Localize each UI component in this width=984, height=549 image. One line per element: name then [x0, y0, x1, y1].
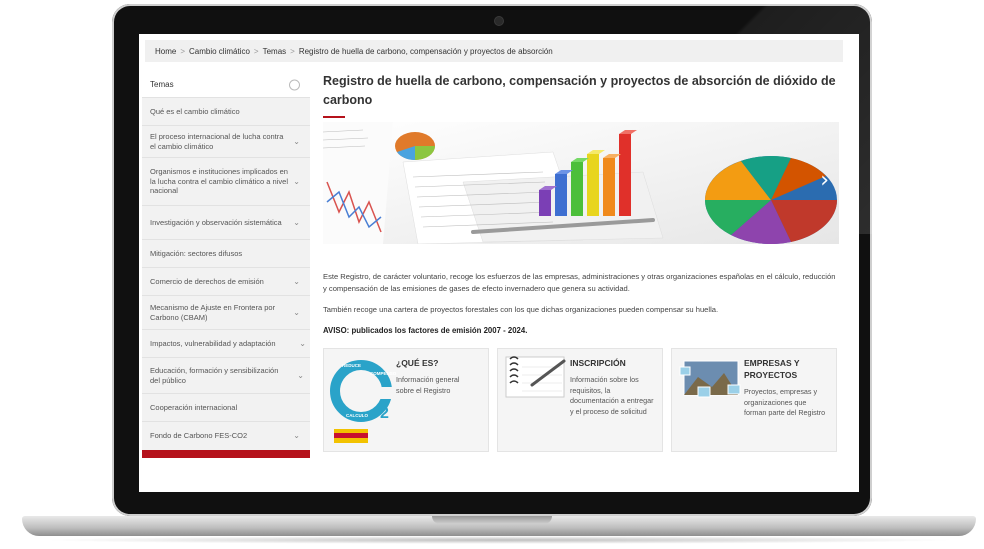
- card-text: Proyectos, empresas y organizaciones que…: [744, 387, 826, 417]
- laptop-shadow: [40, 536, 958, 544]
- sidebar-item[interactable]: Investigación y observación sistemática …: [142, 206, 310, 240]
- breadcrumb-separator: >: [290, 46, 295, 56]
- sidebar-item[interactable]: Impactos, vulnerabilidad y adaptación ⌄: [142, 330, 310, 358]
- card-inscripcion[interactable]: INSCRIPCIÓN Información sobre los requis…: [497, 348, 663, 452]
- carousel-banner[interactable]: ›: [323, 122, 839, 244]
- card-empresas-proyectos[interactable]: EMPRESAS Y PROYECTOS Proyectos, empresas…: [671, 348, 837, 452]
- notebook-pen-icon: [505, 356, 566, 398]
- chevron-down-icon[interactable]: ⌄: [293, 137, 300, 147]
- intro-paragraph: Este Registro, de carácter voluntario, r…: [323, 272, 836, 293]
- collapse-icon[interactable]: [289, 79, 300, 90]
- chevron-down-icon[interactable]: ⌄: [293, 177, 300, 187]
- breadcrumb-cambio-climatico[interactable]: Cambio climático: [189, 47, 250, 56]
- card-que-es[interactable]: REDUCE COMPENSO CALCULO 2 ¿QUÉ ES? Infor…: [323, 348, 489, 452]
- page-title: Registro de huella de carbono, compensac…: [323, 74, 836, 107]
- sidebar-item[interactable]: Mitigación: sectores difusos: [142, 240, 310, 268]
- sidebar-item-label: Qué es el cambio climático: [150, 106, 240, 116]
- chevron-down-icon[interactable]: ⌄: [293, 277, 300, 287]
- sidebar: Temas Qué es el cambio climático El proc…: [142, 72, 310, 458]
- card-title: INSCRIPCIÓN: [570, 358, 626, 368]
- breadcrumb-current: Registro de huella de carbono, compensac…: [298, 46, 553, 56]
- sidebar-item[interactable]: Fondo de Carbono FES-CO2 ⌄: [142, 422, 310, 450]
- sidebar-active-bar: [142, 450, 310, 458]
- sidebar-header-temas[interactable]: Temas: [142, 72, 310, 98]
- sidebar-item-label: Cooperación internacional: [150, 402, 238, 412]
- card-text: Información sobre los requisitos, la doc…: [570, 375, 654, 416]
- sidebar-item[interactable]: El proceso internacional de lucha contra…: [142, 126, 310, 158]
- card-text: Información general sobre el Registro: [396, 375, 460, 395]
- card-title: EMPRESAS Y PROYECTOS: [744, 358, 800, 380]
- chevron-down-icon[interactable]: ⌄: [297, 371, 304, 381]
- camera: [494, 16, 504, 26]
- sidebar-item[interactable]: Educación, formación y sensibilización d…: [142, 358, 310, 394]
- sidebar-item-label: Investigación y observación sistemática: [150, 217, 282, 227]
- breadcrumb-temas[interactable]: Temas: [263, 47, 287, 56]
- chevron-down-icon[interactable]: ⌄: [293, 431, 300, 441]
- sidebar-item-label: Fondo de Carbono FES-CO2: [150, 431, 248, 441]
- sidebar-item-label: Comercio de derechos de emisión: [150, 276, 264, 286]
- cards-row: REDUCE COMPENSO CALCULO 2 ¿QUÉ ES? Infor…: [323, 348, 839, 454]
- sidebar-item-label: Educación, formación y sensibilización d…: [150, 366, 279, 385]
- breadcrumb-home[interactable]: Home: [155, 47, 176, 56]
- landscape-photos-icon: [679, 360, 741, 398]
- notice-text[interactable]: AVISO: publicados los factores de emisió…: [323, 326, 527, 335]
- chevron-right-icon[interactable]: ›: [820, 170, 829, 192]
- logo-text-reduzco: REDUCE: [342, 363, 362, 368]
- breadcrumb: Home > Cambio climático > Temas > Regist…: [145, 40, 843, 62]
- sidebar-item-label: Mecanismo de Ajuste en Frontera por Carb…: [150, 303, 276, 322]
- logo-text-compenso: COMPENSO: [370, 371, 397, 376]
- breadcrumb-separator: >: [253, 46, 259, 56]
- sidebar-item[interactable]: Organismos e instituciones implicados en…: [142, 158, 310, 206]
- sidebar-item[interactable]: Mecanismo de Ajuste en Frontera por Carb…: [142, 296, 310, 330]
- chevron-down-icon[interactable]: ⌄: [293, 218, 300, 228]
- logo-subscript: 2: [380, 405, 389, 422]
- banner-image: [323, 122, 839, 244]
- sidebar-item-label: El proceso internacional de lucha contra…: [150, 132, 284, 151]
- chevron-down-icon[interactable]: ⌄: [293, 308, 300, 318]
- main-content: Registro de huella de carbono, compensac…: [323, 72, 839, 452]
- sidebar-item[interactable]: Comercio de derechos de emisión ⌄: [142, 268, 310, 296]
- intro-paragraph-2: También recoge una cartera de proyectos …: [323, 305, 719, 314]
- chevron-down-icon[interactable]: ⌄: [299, 339, 306, 349]
- logo-text-calculo: CALCULO: [346, 413, 368, 418]
- sidebar-item[interactable]: Cooperación internacional: [142, 394, 310, 422]
- sidebar-item-label: Organismos e instituciones implicados en…: [150, 167, 288, 196]
- breadcrumb-separator: >: [180, 46, 186, 56]
- sidebar-item-label: Impactos, vulnerabilidad y adaptación: [150, 338, 276, 348]
- card-title: ¿QUÉ ES?: [396, 358, 439, 368]
- laptop-notch: [432, 516, 552, 524]
- sidebar-header-label: Temas: [150, 79, 174, 89]
- screen: Home > Cambio climático > Temas > Regist…: [139, 34, 859, 492]
- sidebar-item[interactable]: Qué es el cambio climático: [142, 98, 310, 126]
- sidebar-item-label: Mitigación: sectores difusos: [150, 248, 243, 258]
- title-underline: [323, 116, 345, 118]
